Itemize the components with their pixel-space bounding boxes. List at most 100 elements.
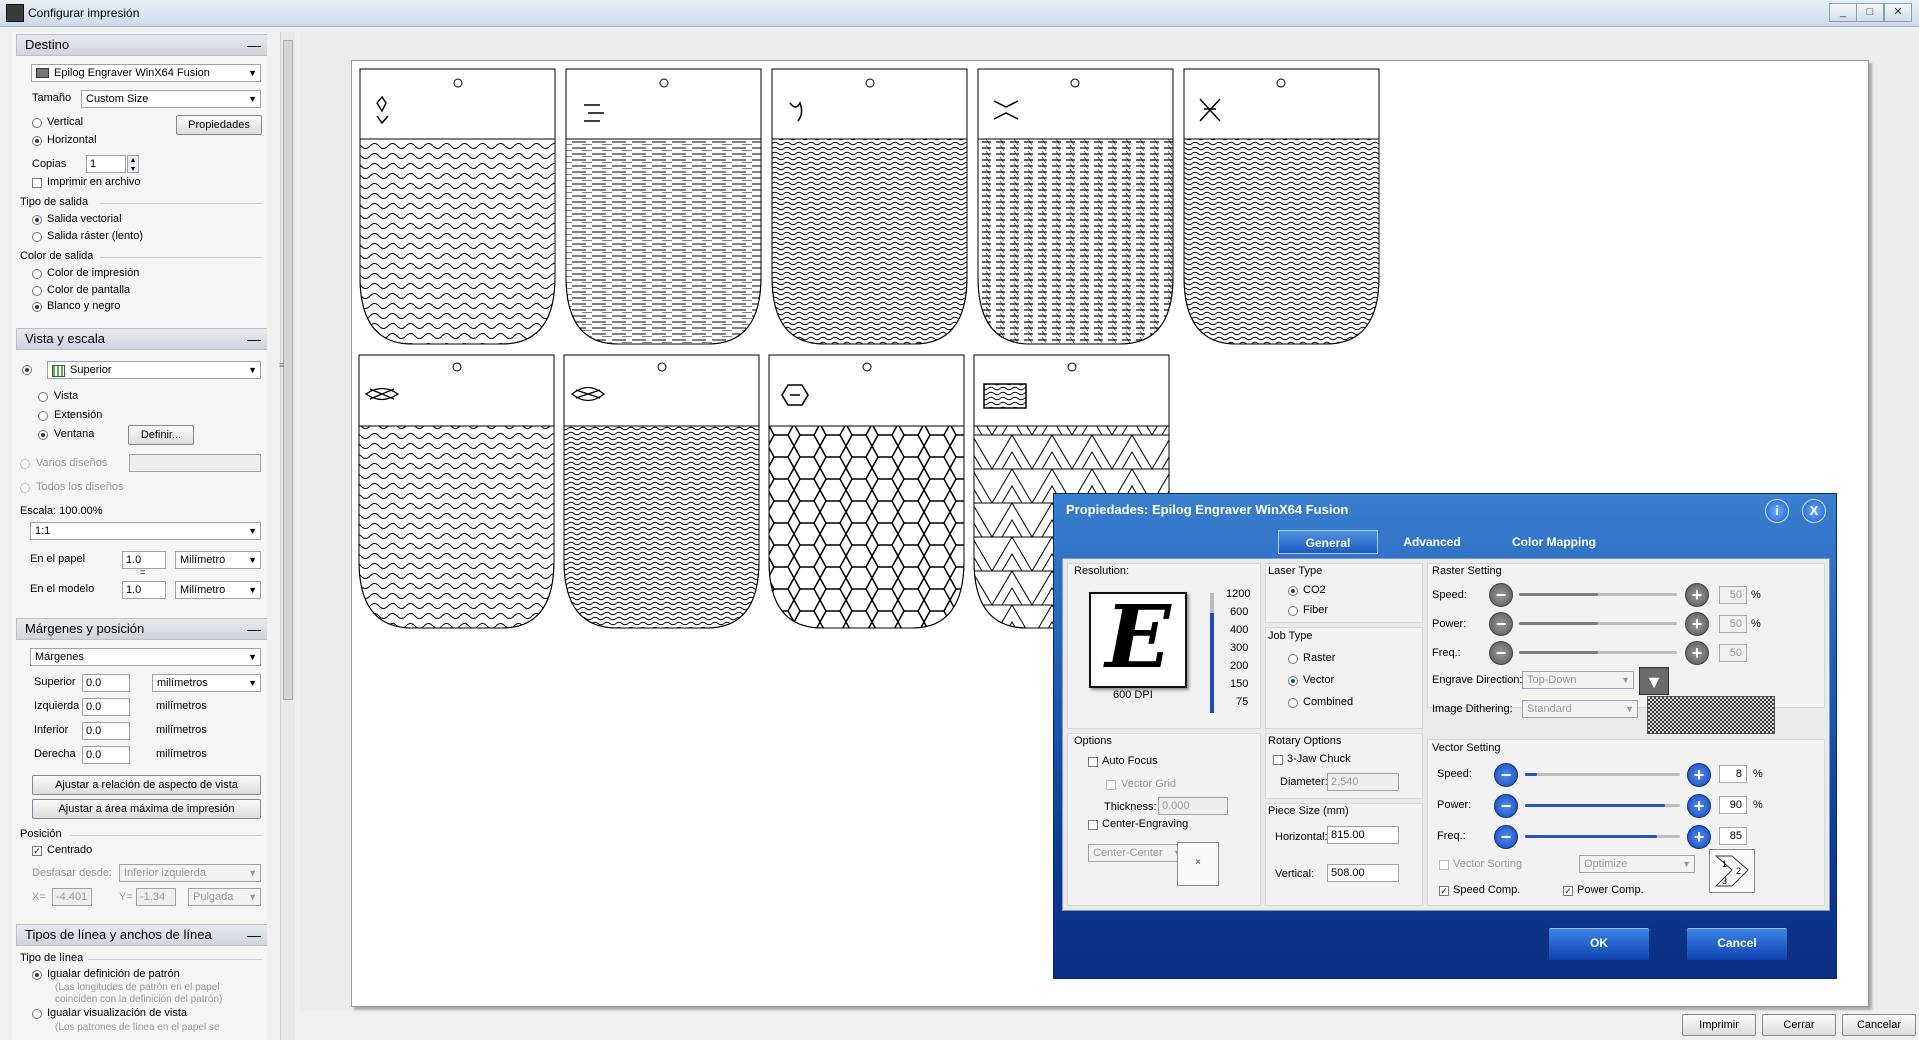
model-input[interactable]: 1.0 <box>122 581 166 599</box>
left-panel-scrollbar[interactable] <box>280 32 295 1040</box>
center-select[interactable]: Center-Center▼ <box>1088 844 1186 862</box>
horizontal-radio[interactable] <box>32 136 42 146</box>
center-engraving-checkbox[interactable] <box>1088 820 1098 830</box>
multi-layouts-radio[interactable] <box>20 459 30 469</box>
ok-button[interactable]: OK <box>1548 927 1650 961</box>
print-button[interactable]: Imprimir <box>1682 1014 1756 1036</box>
close-dialog-button[interactable]: Cerrar <box>1762 1014 1836 1036</box>
arrow-down-icon[interactable]: ▼ <box>1639 667 1669 695</box>
sorting-order-icon[interactable]: 123 <box>1709 849 1755 893</box>
paper-unit-select[interactable]: Milímetro ▼ <box>175 551 261 569</box>
splitter-grip-icon[interactable]: ≡ <box>279 360 284 370</box>
horizontal-size-input[interactable]: 815.00 <box>1327 826 1399 844</box>
raster-freq-input[interactable]: 50 <box>1719 644 1747 662</box>
top-margin-input[interactable]: 0.0 <box>82 674 130 692</box>
fit-aspect-button[interactable]: Ajustar a relación de aspecto de vista <box>32 775 261 795</box>
bottom-margin-input[interactable]: 0.0 <box>82 722 130 740</box>
offset-select[interactable]: Inferior izquierda ▼ <box>119 864 261 882</box>
vector-freq-minus-button[interactable]: − <box>1494 825 1518 849</box>
help-button[interactable]: i <box>1765 499 1789 523</box>
tab-general[interactable]: General <box>1278 530 1378 554</box>
fit-max-area-button[interactable]: Ajustar a área máxima de impresión <box>32 799 261 819</box>
vector-radio[interactable] <box>1288 676 1298 686</box>
thickness-input[interactable]: 0.000 <box>1158 797 1228 815</box>
tab-advanced[interactable]: Advanced <box>1394 530 1470 554</box>
vector-output-radio[interactable] <box>32 215 42 225</box>
print-to-file-checkbox[interactable] <box>32 178 42 188</box>
vector-speed-plus-button[interactable]: + <box>1687 763 1711 787</box>
multi-layouts-input[interactable] <box>129 454 261 472</box>
y-input[interactable]: -1.34 <box>136 888 176 906</box>
maximize-button[interactable]: □ <box>1856 3 1884 22</box>
view-select[interactable]: Superior ▼ <box>47 361 261 379</box>
vector-speed-minus-button[interactable]: − <box>1494 763 1518 787</box>
printer-select[interactable]: Epilog Engraver WinX64 Fusion ▼ <box>31 64 261 82</box>
raster-freq-plus-button[interactable]: + <box>1685 641 1709 665</box>
vector-freq-input[interactable]: 85 <box>1719 827 1747 845</box>
tab-color-mapping[interactable]: Color Mapping <box>1494 530 1614 554</box>
raster-speed-plus-button[interactable]: + <box>1685 583 1709 607</box>
center-position-icon[interactable]: × <box>1177 842 1219 886</box>
properties-button[interactable]: Propiedades <box>176 115 262 135</box>
collapse-icon[interactable]: — <box>247 619 261 639</box>
black-white-radio[interactable] <box>32 302 42 312</box>
raster-power-minus-button[interactable]: − <box>1489 612 1513 636</box>
speed-comp-checkbox[interactable]: ✓ <box>1439 886 1449 896</box>
sorting-select[interactable]: Optimize ▼ <box>1579 855 1695 873</box>
vector-speed-slider[interactable] <box>1525 773 1680 776</box>
collapse-icon[interactable]: — <box>247 35 261 55</box>
raster-speed-input[interactable]: 50 <box>1719 586 1747 604</box>
section-margenes[interactable]: Márgenes y posición — <box>16 618 267 640</box>
raster-output-radio[interactable] <box>32 232 42 242</box>
power-comp-checkbox[interactable]: ✓ <box>1563 886 1573 896</box>
section-vista-escala[interactable]: Vista y escala — <box>16 328 267 350</box>
all-layouts-radio[interactable] <box>20 483 30 493</box>
vector-power-slider[interactable] <box>1525 804 1680 807</box>
left-margin-input[interactable]: 0.0 <box>82 698 130 716</box>
window-option-radio[interactable] <box>38 430 48 440</box>
raster-freq-slider[interactable] <box>1519 651 1677 654</box>
fiber-radio[interactable] <box>1288 606 1298 616</box>
dialog-cancel-button[interactable]: Cancel <box>1686 927 1788 961</box>
model-unit-select[interactable]: Milímetro ▼ <box>175 581 261 599</box>
co2-radio[interactable] <box>1288 586 1298 596</box>
copies-spinner[interactable]: ▲ ▼ <box>127 155 139 173</box>
minimize-button[interactable]: _ <box>1829 3 1857 22</box>
raster-speed-minus-button[interactable]: − <box>1489 583 1513 607</box>
vector-power-minus-button[interactable]: − <box>1494 794 1518 818</box>
margin-unit-select[interactable]: milímetros ▼ <box>152 674 261 692</box>
engrave-direction-select[interactable]: Top-Down ▼ <box>1522 671 1634 689</box>
raster-power-plus-button[interactable]: + <box>1685 612 1709 636</box>
close-button[interactable]: ✕ <box>1884 3 1912 22</box>
scrollbar-thumb[interactable] <box>283 40 293 700</box>
vector-sorting-checkbox[interactable] <box>1439 860 1449 870</box>
resolution-slider[interactable] <box>1210 593 1214 713</box>
copies-input[interactable]: 1 <box>86 155 126 173</box>
vector-speed-input[interactable]: 8 <box>1719 765 1747 783</box>
raster-freq-minus-button[interactable]: − <box>1489 641 1513 665</box>
view-option-radio[interactable] <box>38 392 48 402</box>
raster-power-input[interactable]: 50 <box>1719 615 1747 633</box>
auto-focus-checkbox[interactable] <box>1088 757 1098 767</box>
raster-radio[interactable] <box>1288 654 1298 664</box>
vector-power-input[interactable]: 90 <box>1719 796 1747 814</box>
size-select[interactable]: Custom Size ▼ <box>81 90 261 108</box>
unit-select[interactable]: Pulgada ▼ <box>188 888 261 906</box>
vector-freq-plus-button[interactable]: + <box>1687 825 1711 849</box>
collapse-icon[interactable]: — <box>247 925 261 945</box>
define-button[interactable]: Definir... <box>128 425 194 445</box>
vertical-radio[interactable] <box>32 118 42 128</box>
extent-option-radio[interactable] <box>38 411 48 421</box>
screen-color-radio[interactable] <box>32 286 42 296</box>
centered-checkbox[interactable]: ✓ <box>32 846 42 856</box>
match-pattern-radio[interactable] <box>32 970 42 980</box>
section-lineas[interactable]: Tipos de línea y anchos de línea — <box>16 924 267 946</box>
diameter-input[interactable]: 2.540 <box>1327 773 1399 791</box>
dialog-close-button[interactable]: X <box>1802 499 1826 523</box>
vector-grid-checkbox[interactable] <box>1106 780 1116 790</box>
margins-mode-select[interactable]: Márgenes ▼ <box>30 648 261 666</box>
vector-power-plus-button[interactable]: + <box>1687 794 1711 818</box>
x-input[interactable]: -4.401 <box>52 888 92 906</box>
right-margin-input[interactable]: 0.0 <box>82 746 130 764</box>
cancel-button[interactable]: Cancelar <box>1842 1014 1916 1036</box>
